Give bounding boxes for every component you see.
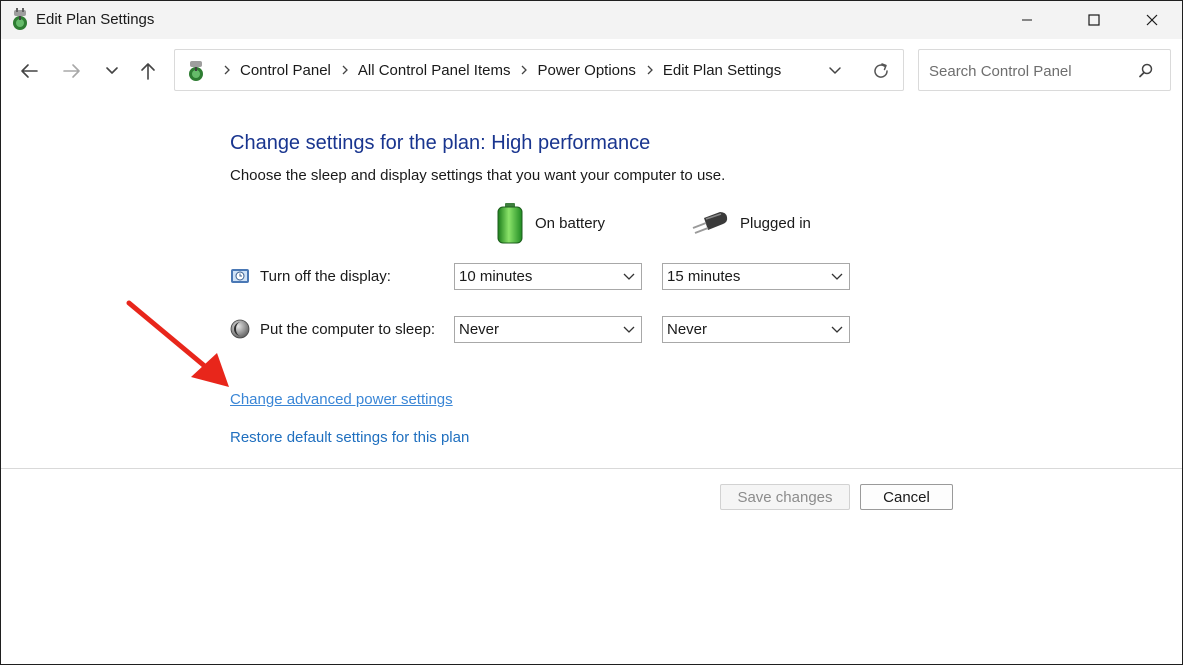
breadcrumb-edit-plan-settings[interactable]: Edit Plan Settings (663, 60, 781, 81)
display-plugged-select[interactable]: 15 minutes (662, 263, 850, 290)
refresh-icon (874, 63, 888, 78)
search-box[interactable] (918, 49, 1171, 91)
sleep-battery-value: Never (459, 321, 500, 338)
chevron-down-icon (623, 273, 635, 280)
restore-default-settings-link[interactable]: Restore default settings for this plan (230, 429, 469, 446)
display-icon (231, 269, 249, 283)
up-button[interactable] (133, 59, 163, 83)
page-title: Change settings for the plan: High perfo… (230, 132, 651, 154)
plugged-in-label: Plugged in (740, 214, 811, 232)
search-icon[interactable] (1137, 62, 1155, 80)
power-plug-icon (692, 212, 728, 234)
chevron-down-icon (831, 273, 843, 280)
cancel-button[interactable]: Cancel (860, 484, 953, 510)
turn-off-display-label: Turn off the display: (260, 268, 391, 285)
recent-locations-button[interactable] (97, 59, 127, 83)
address-bar[interactable]: Control Panel All Control Panel Items Po… (174, 49, 904, 91)
divider (1, 468, 1182, 469)
sleep-battery-select[interactable]: Never (454, 316, 642, 343)
annotation-arrow-icon (126, 300, 229, 387)
address-history-dropdown[interactable] (823, 62, 847, 80)
breadcrumb-all-control-panel-items[interactable]: All Control Panel Items (358, 60, 511, 81)
back-button[interactable] (14, 59, 44, 83)
control-panel-icon (189, 61, 203, 81)
maximize-button[interactable] (1071, 1, 1117, 39)
forward-button[interactable] (57, 59, 87, 83)
edit-plan-settings-window: Edit Plan Settings Control Panel All Con… (0, 0, 1183, 665)
change-advanced-power-settings-link[interactable]: Change advanced power settings (230, 391, 453, 408)
window-title: Edit Plan Settings (36, 11, 155, 28)
chevron-right-icon (646, 65, 654, 75)
arrow-right-icon (63, 64, 80, 78)
chevron-right-icon (520, 65, 528, 75)
chevron-right-icon (341, 65, 349, 75)
on-battery-label: On battery (535, 214, 606, 232)
chevron-down-icon (106, 67, 118, 74)
chevron-down-icon (829, 67, 841, 74)
battery-icon (497, 203, 523, 244)
put-computer-to-sleep-label: Put the computer to sleep: (260, 321, 436, 338)
save-changes-button[interactable]: Save changes (720, 484, 850, 510)
column-header-plugged-in: Plugged in (690, 201, 811, 245)
breadcrumb-control-panel[interactable]: Control Panel (240, 60, 331, 81)
display-battery-select[interactable]: 10 minutes (454, 263, 642, 290)
close-button[interactable] (1129, 1, 1175, 39)
display-plugged-value: 15 minutes (667, 268, 741, 285)
title-bar: Edit Plan Settings (1, 1, 1182, 39)
sleep-plugged-select[interactable]: Never (662, 316, 850, 343)
search-input[interactable] (927, 59, 1131, 83)
chevron-down-icon (623, 326, 635, 333)
power-options-app-icon (13, 8, 27, 30)
navigation-bar: Control Panel All Control Panel Items Po… (1, 39, 1182, 105)
breadcrumb: Control Panel All Control Panel Items Po… (213, 50, 781, 90)
sleep-plugged-value: Never (667, 321, 708, 338)
column-header-on-battery: On battery (495, 201, 605, 245)
chevron-right-icon (223, 65, 231, 75)
page-description: Choose the sleep and display settings th… (230, 167, 726, 184)
display-battery-value: 10 minutes (459, 268, 533, 285)
arrow-left-icon (21, 64, 38, 78)
refresh-button[interactable] (869, 60, 893, 82)
close-icon (1146, 14, 1158, 26)
chevron-down-icon (831, 326, 843, 333)
maximize-icon (1088, 14, 1100, 26)
minimize-icon (1022, 19, 1032, 21)
arrow-up-icon (141, 63, 155, 80)
breadcrumb-power-options[interactable]: Power Options (537, 60, 635, 81)
minimize-button[interactable] (1004, 1, 1050, 39)
